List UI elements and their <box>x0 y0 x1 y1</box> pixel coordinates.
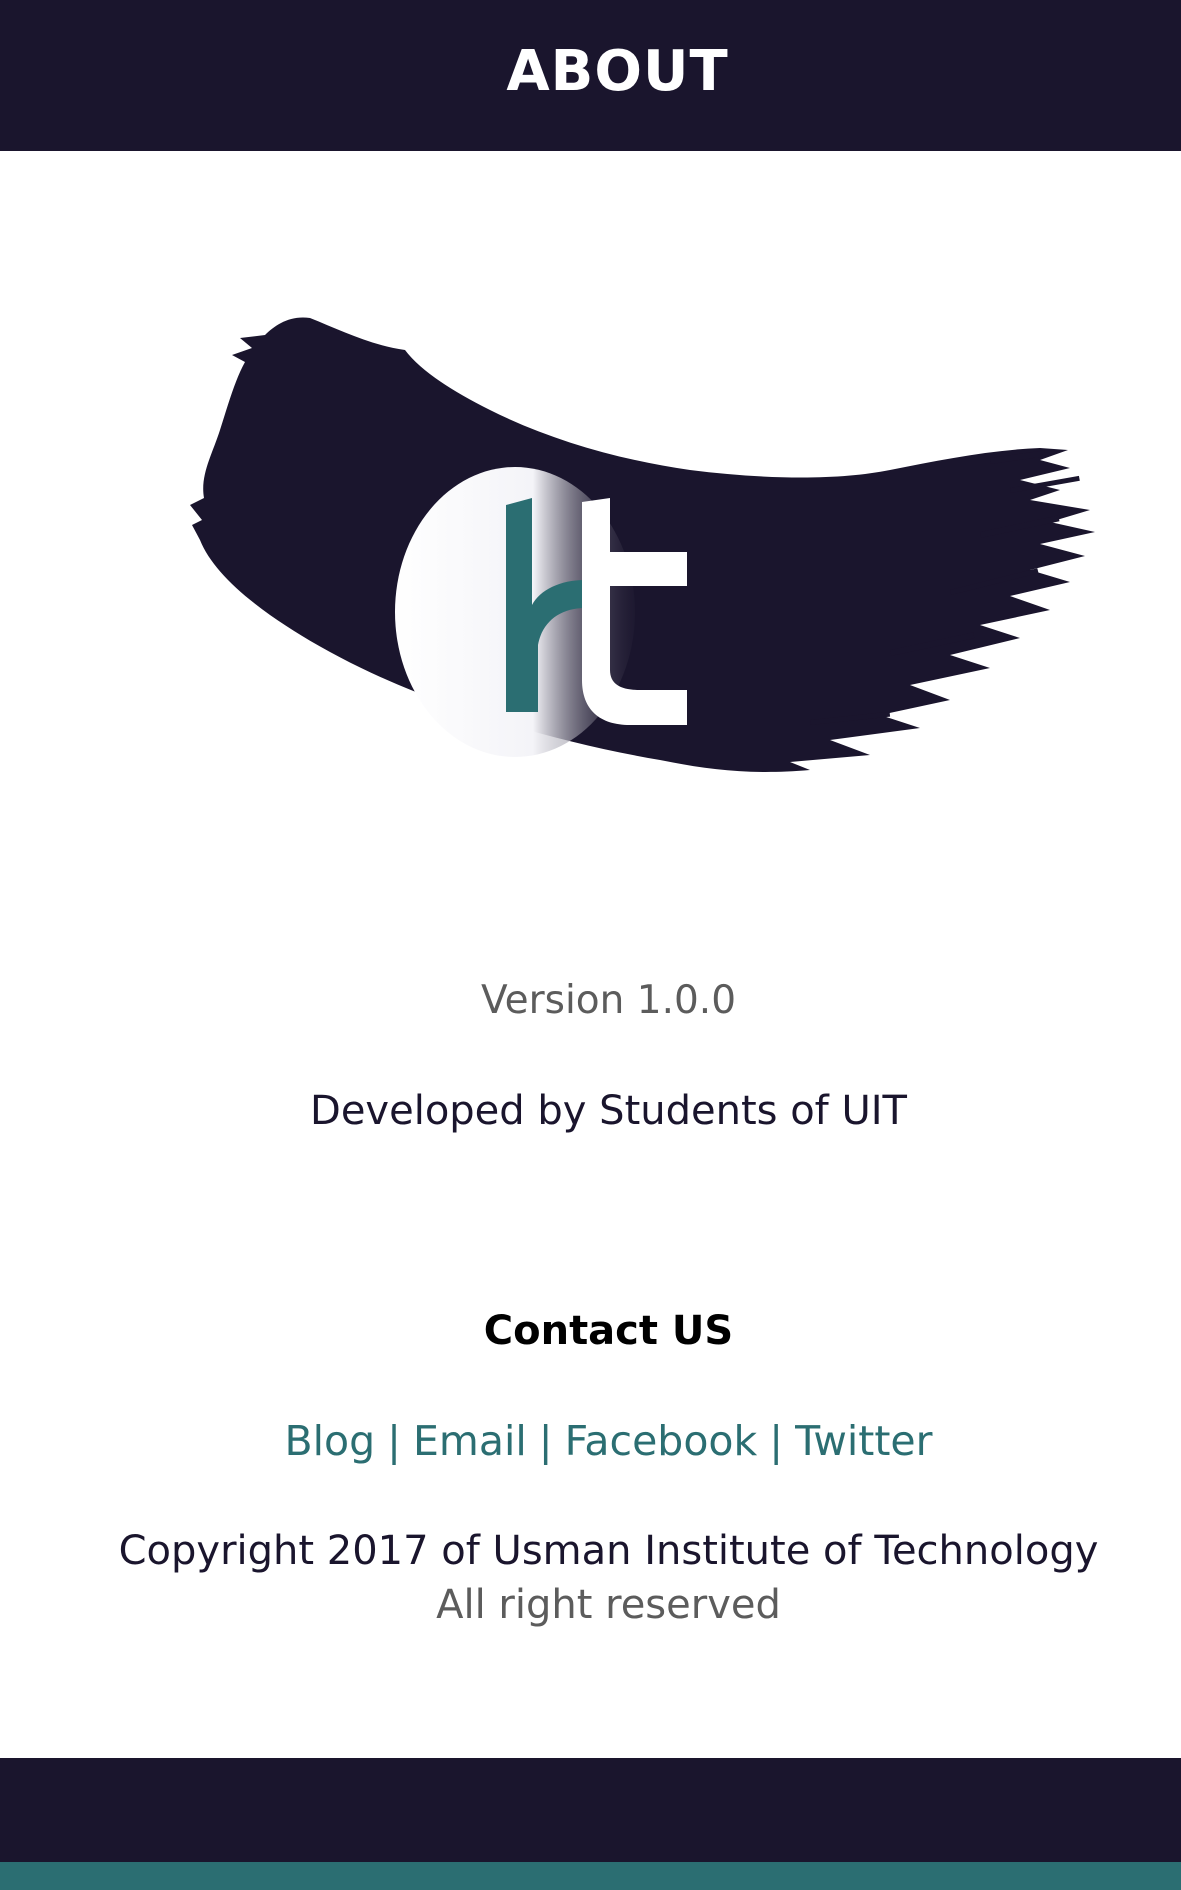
twitter-link[interactable]: Twitter <box>795 1417 932 1465</box>
app-header: ABOUT <box>0 0 1181 151</box>
link-separator: | <box>769 1417 784 1465</box>
contact-links: Blog | Email | Facebook | Twitter <box>18 1417 1181 1465</box>
rights-reserved-text: All right reserved <box>436 1582 781 1628</box>
blog-link[interactable]: Blog <box>285 1417 376 1465</box>
footer-accent-strip <box>0 1862 1181 1890</box>
home-tuition-logo: HOME TUITION <box>190 317 1095 824</box>
page-title: ABOUT <box>506 39 729 104</box>
facebook-link[interactable]: Facebook <box>565 1417 758 1465</box>
logo-tagline: HOME TUITION <box>547 790 834 824</box>
developer-credit: Developed by Students of UIT <box>310 1088 907 1134</box>
link-separator: | <box>387 1417 401 1465</box>
link-separator: | <box>538 1417 553 1465</box>
app-version: Version 1.0.0 <box>480 978 737 1023</box>
email-link[interactable]: Email <box>413 1417 527 1465</box>
contact-heading: Contact US <box>483 1308 734 1354</box>
footer-bar <box>0 1758 1181 1862</box>
copyright-text: Copyright 2017 of Usman Institute of Tec… <box>118 1528 1099 1574</box>
